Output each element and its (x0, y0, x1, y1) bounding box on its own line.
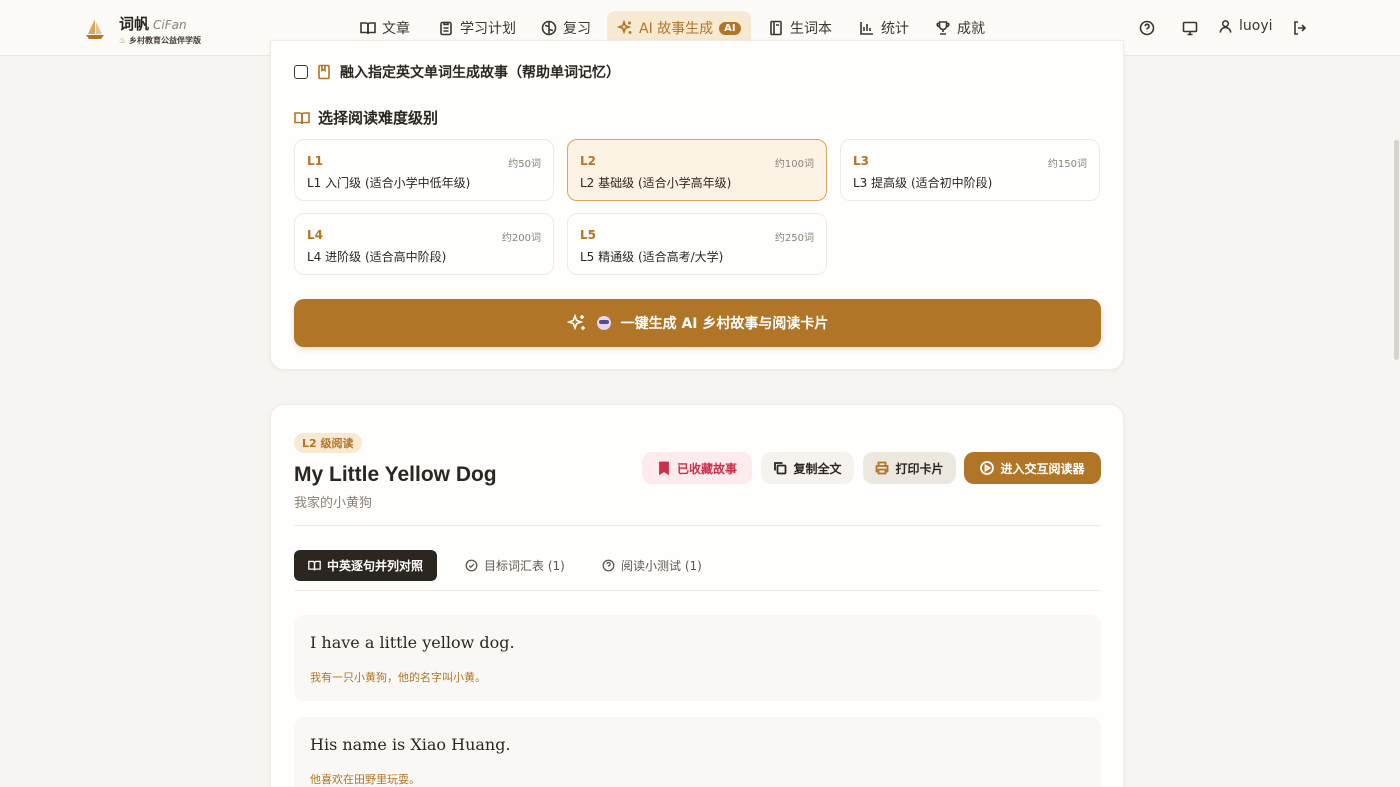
printer-icon (876, 461, 889, 475)
sentence-chinese: 他喜欢在田野里玩耍。 (310, 773, 420, 786)
help-circle-icon (602, 559, 615, 572)
sailboat-logo-icon[interactable] (84, 17, 106, 41)
bar-chart-icon (860, 22, 873, 35)
level-description: L4 进阶级 (适合高中阶段) (307, 250, 447, 264)
level-word-count: 约50词 (508, 159, 541, 170)
generate-story-button[interactable]: 一键生成 AI 乡村故事与阅读卡片 (294, 299, 1101, 347)
embed-words-checkbox[interactable] (294, 65, 308, 79)
help-button[interactable] (1137, 18, 1157, 38)
scrollbar-thumb[interactable] (1394, 140, 1399, 360)
sentence-english: His name is Xiao Huang. (310, 735, 511, 754)
nav-label: 文章 (382, 21, 410, 37)
level-word-count: 约100词 (774, 159, 814, 170)
tab-label: 目标词汇表 (1) (484, 559, 565, 573)
tab-bilingual[interactable]: 中英逐句并列对照 (294, 550, 438, 581)
level-description: L5 精通级 (适合高考/大学) (580, 250, 724, 264)
book-open-icon (360, 22, 376, 35)
tabs-divider (294, 590, 1101, 591)
nav-label: 复习 (563, 21, 591, 37)
tab-vocabulary[interactable]: 目标词汇表 (1) (451, 550, 579, 581)
level-code: L2 (580, 154, 596, 168)
header-divider (294, 525, 1101, 526)
check-circle-icon (465, 559, 478, 572)
story-title: My Little Yellow Dog (294, 463, 497, 486)
tab-label: 中英逐句并列对照 (327, 559, 424, 573)
book-open-icon (308, 560, 321, 571)
display-mode-button[interactable] (1180, 18, 1200, 38)
robot-emoji-icon (596, 316, 611, 330)
logout-icon (1294, 21, 1307, 35)
leaf-icon: ♨ (119, 36, 127, 45)
open-reader-button[interactable]: 进入交互阅读器 (964, 452, 1101, 484)
level-code: L3 (853, 154, 869, 168)
play-circle-icon (980, 461, 995, 475)
copy-text-button[interactable]: 复制全文 (761, 452, 854, 484)
level-option-l1[interactable]: L1 约50词 L1 入门级 (适合小学中低年级) (294, 139, 554, 201)
clipboard-icon (440, 21, 452, 36)
brain-icon (541, 20, 557, 36)
logout-button[interactable] (1290, 18, 1310, 38)
tab-quiz[interactable]: 阅读小测试 (1) (588, 550, 716, 581)
username: luoyi (1239, 18, 1273, 34)
level-option-l2[interactable]: L2 约100词 L2 基础级 (适合小学高年级) (567, 139, 827, 201)
brand-tagline: ♨ 乡村教育公益伴学版 (119, 36, 201, 45)
story-level-tag: L2 级阅读 (294, 433, 362, 453)
embed-words-label: 融入指定英文单词生成故事（帮助单词记忆） (340, 65, 620, 81)
level-code: L4 (307, 228, 323, 242)
nav-label: 成就 (957, 21, 985, 37)
nav-label: AI 故事生成 (639, 21, 714, 37)
favorite-story-button[interactable]: 已收藏故事 (642, 452, 752, 484)
level-section-title: 选择阅读难度级别 (294, 107, 438, 128)
level-option-l4[interactable]: L4 约200词 L4 进阶级 (适合高中阶段) (294, 213, 554, 275)
sentence-english: I have a little yellow dog. (310, 633, 515, 652)
bookmark-icon (659, 461, 669, 475)
level-code: L5 (580, 228, 596, 242)
brand-name[interactable]: 词帆 CiFan (119, 13, 187, 34)
print-card-button[interactable]: 打印卡片 (863, 452, 956, 484)
nav-label: 学习计划 (460, 21, 516, 37)
level-description: L3 提高级 (适合初中阶段) (853, 176, 993, 190)
level-description: L1 入门级 (适合小学中低年级) (307, 176, 471, 190)
user-icon (1219, 19, 1232, 33)
sentence-pair[interactable]: I have a little yellow dog. 我有一只小黄狗，他的名字… (294, 615, 1101, 701)
level-option-l3[interactable]: L3 约150词 L3 提高级 (适合初中阶段) (840, 139, 1100, 201)
book-marked-icon (318, 64, 330, 80)
level-word-count: 约150词 (1047, 159, 1087, 170)
sentence-pair[interactable]: His name is Xiao Huang. 他喜欢在田野里玩耍。 (294, 717, 1101, 787)
monitor-icon (1182, 21, 1198, 36)
notebook-icon (770, 20, 782, 36)
level-option-l5[interactable]: L5 约250词 L5 精通级 (适合高考/大学) (567, 213, 827, 275)
level-word-count: 约250词 (774, 233, 814, 244)
level-word-count: 约200词 (501, 233, 541, 244)
user-profile[interactable]: luoyi (1218, 18, 1273, 34)
nav-label: 统计 (881, 21, 909, 37)
brand-name-en: CiFan (153, 18, 187, 32)
ai-badge: AI (719, 21, 741, 35)
story-subtitle: 我家的小黄狗 (294, 496, 373, 511)
trophy-icon (936, 21, 950, 35)
book-open-icon (294, 111, 310, 124)
level-code: L1 (307, 154, 323, 168)
embed-words-option[interactable]: 融入指定英文单词生成故事（帮助单词记忆） (294, 62, 620, 82)
sparkles-icon (617, 20, 632, 35)
copy-icon (774, 462, 787, 475)
help-circle-icon (1139, 20, 1155, 36)
sentence-chinese: 我有一只小黄狗，他的名字叫小黄。 (310, 671, 486, 684)
level-description: L2 基础级 (适合小学高年级) (580, 176, 732, 190)
sparkles-icon (566, 313, 585, 331)
tab-label: 阅读小测试 (1) (621, 559, 702, 573)
generate-story-label: 一键生成 AI 乡村故事与阅读卡片 (620, 316, 829, 332)
nav-label: 生词本 (790, 21, 832, 37)
